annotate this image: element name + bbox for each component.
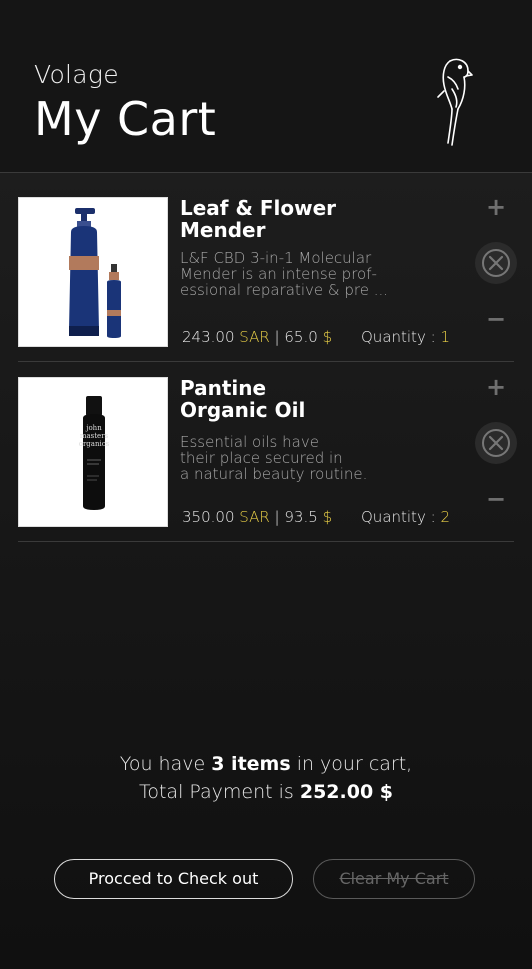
product-name-line: Leaf & Flower [180, 196, 337, 220]
price-sar: 350.00 [182, 508, 235, 526]
cart-item: Leaf & Flower Mender L&F CBD 3-in-1 Mole… [18, 195, 517, 363]
remove-item-button[interactable] [475, 422, 517, 464]
product-image[interactable]: john masters organics [18, 377, 168, 527]
product-name-line: Mender [180, 218, 266, 242]
description-line: their place secured in [180, 449, 343, 467]
product-bottles-image [69, 208, 121, 338]
product-name-line: Pantine [180, 376, 267, 400]
product-description: L&F CBD 3-in-1 Molecular Mender is an in… [180, 250, 420, 298]
price-usd: 65.0 [284, 328, 318, 346]
description-line: a natural beauty routine. [180, 465, 368, 483]
checkout-button[interactable]: Procced to Check out [54, 859, 293, 899]
currency-sar: SAR [239, 508, 270, 526]
price-separator: | [274, 508, 280, 526]
price-line: 350.00 SAR | 93.5 $ [182, 508, 332, 526]
quantity-label: Quantity : [361, 328, 436, 346]
cart-summary: You have 3 items in your cart, Total Pay… [0, 750, 532, 806]
quantity-value: 2 [440, 508, 450, 526]
cart-item: john masters organics Pantine Organic Oi… [18, 375, 517, 543]
item-divider [18, 361, 514, 362]
item-count: 3 items [211, 753, 291, 775]
product-name[interactable]: Pantine Organic Oil [180, 377, 380, 421]
increase-quantity-button[interactable]: + [484, 375, 508, 399]
cart-list: Leaf & Flower Mender L&F CBD 3-in-1 Mole… [0, 173, 532, 969]
price-line: 243.00 SAR | 65.0 $ [182, 328, 332, 346]
currency-usd: $ [322, 328, 333, 346]
quantity-line: Quantity : 1 [361, 328, 450, 346]
bottle-label-text: masters [80, 432, 109, 440]
quantity-value: 1 [440, 328, 450, 346]
currency-sar: SAR [239, 328, 270, 346]
quantity-label: Quantity : [361, 508, 436, 526]
summary-total-line: Total Payment is 252.00 $ [0, 778, 532, 806]
quantity-line: Quantity : 2 [361, 508, 450, 526]
price-separator: | [274, 328, 280, 346]
price-usd: 93.5 [284, 508, 318, 526]
summary-text: in your cart, [290, 753, 413, 775]
description-line: essional reparative & pre ... [180, 281, 389, 299]
price-sar: 243.00 [182, 328, 235, 346]
app-header: Volage My Cart [0, 0, 532, 172]
close-icon [482, 249, 510, 277]
product-image[interactable] [18, 197, 168, 347]
summary-items-line: You have 3 items in your cart, [0, 750, 532, 778]
product-description: Essential oils have their place secured … [180, 434, 420, 482]
item-divider [18, 541, 514, 542]
parrot-icon [437, 58, 473, 146]
product-name[interactable]: Leaf & Flower Mender [180, 197, 380, 241]
page-title: My Cart [34, 92, 217, 146]
bottle-label-text: organics [79, 440, 110, 448]
description-line: L&F CBD 3-in-1 Molecular [180, 249, 372, 267]
currency-usd: $ [322, 508, 333, 526]
product-bottle-image: john masters organics [79, 396, 110, 510]
brand-name: Volage [34, 60, 119, 89]
description-line: Essential oils have [180, 433, 319, 451]
close-icon [482, 429, 510, 457]
total-payment: 252.00 $ [299, 781, 393, 803]
description-line: Mender is an intense prof- [180, 265, 377, 283]
summary-text: Total Payment is [138, 781, 300, 803]
decrease-quantity-button[interactable]: − [484, 487, 508, 511]
increase-quantity-button[interactable]: + [484, 195, 508, 219]
decrease-quantity-button[interactable]: − [484, 307, 508, 331]
bottle-label-text: john [85, 424, 102, 432]
product-name-line: Organic Oil [180, 398, 306, 422]
clear-cart-button[interactable]: Clear My Cart [313, 859, 475, 899]
summary-text: You have [119, 753, 212, 775]
remove-item-button[interactable] [475, 242, 517, 284]
